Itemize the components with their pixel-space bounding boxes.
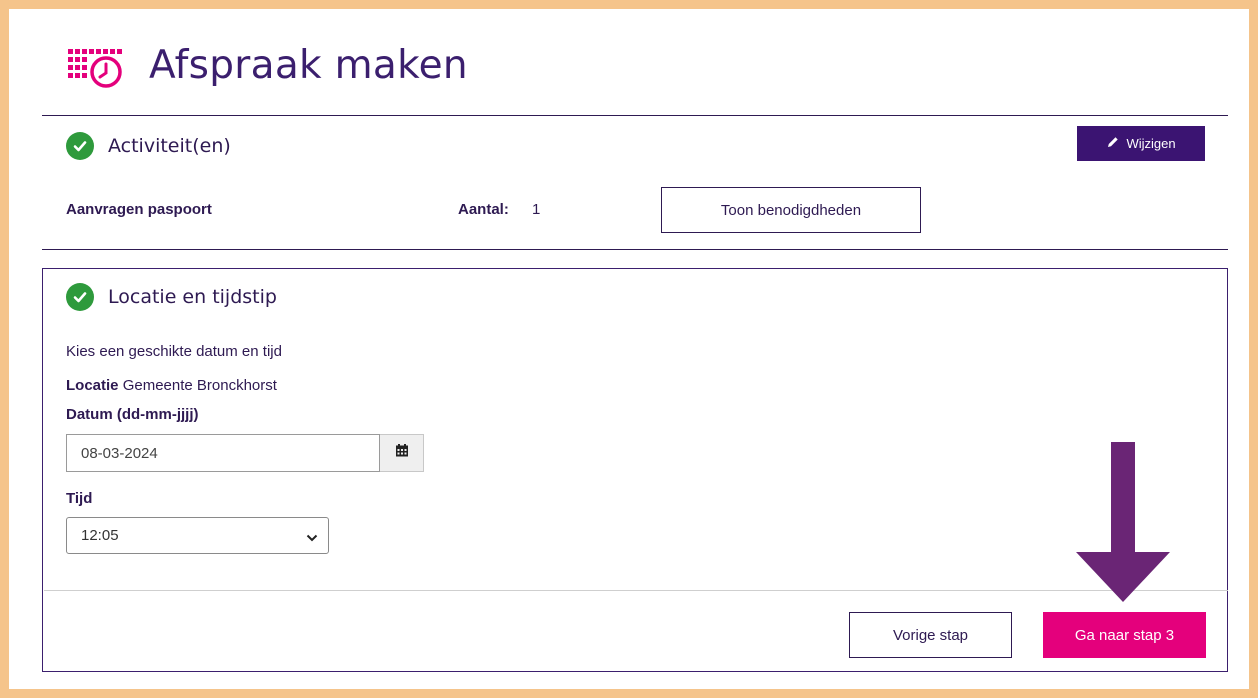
arrow-down-icon <box>1076 442 1170 609</box>
time-label: Tijd <box>66 490 93 507</box>
show-requirements-button[interactable]: Toon benodigdheden <box>661 187 921 233</box>
check-circle-icon <box>66 283 94 311</box>
instruction-text: Kies een geschikte datum en tijd <box>66 343 282 360</box>
location-line: Locatie Gemeente Bronckhorst <box>66 377 277 394</box>
header-divider <box>42 115 1228 116</box>
location-label: Locatie <box>66 377 119 394</box>
calendar-picker-button[interactable] <box>380 434 424 472</box>
previous-step-button[interactable]: Vorige stap <box>849 612 1012 658</box>
time-select[interactable]: 12:05 <box>66 517 329 554</box>
calendar-icon <box>395 444 408 462</box>
calendar-clock-icon <box>68 46 124 90</box>
activity-count-value: 1 <box>532 201 541 218</box>
page-title: Afspraak maken <box>149 43 468 88</box>
chevron-down-icon <box>306 530 318 547</box>
date-label: Datum (dd-mm-jjjj) <box>66 406 199 423</box>
activities-divider <box>42 249 1228 250</box>
date-input[interactable]: 08-03-2024 <box>66 434 380 472</box>
activity-count-label: Aantal: <box>458 201 509 218</box>
location-value: Gemeente Bronckhorst <box>122 377 277 394</box>
footer-divider <box>44 590 1228 591</box>
edit-button[interactable]: Wijzigen <box>1077 126 1205 161</box>
activities-title: Activiteit(en) <box>108 135 231 157</box>
check-circle-icon <box>66 132 94 160</box>
activity-name: Aanvragen paspoort <box>66 201 212 218</box>
time-select-value: 12:05 <box>81 527 119 544</box>
edit-button-label: Wijzigen <box>1126 136 1176 151</box>
pencil-icon <box>1106 135 1120 152</box>
next-step-button[interactable]: Ga naar stap 3 <box>1043 612 1206 658</box>
location-time-title: Locatie en tijdstip <box>108 286 277 308</box>
